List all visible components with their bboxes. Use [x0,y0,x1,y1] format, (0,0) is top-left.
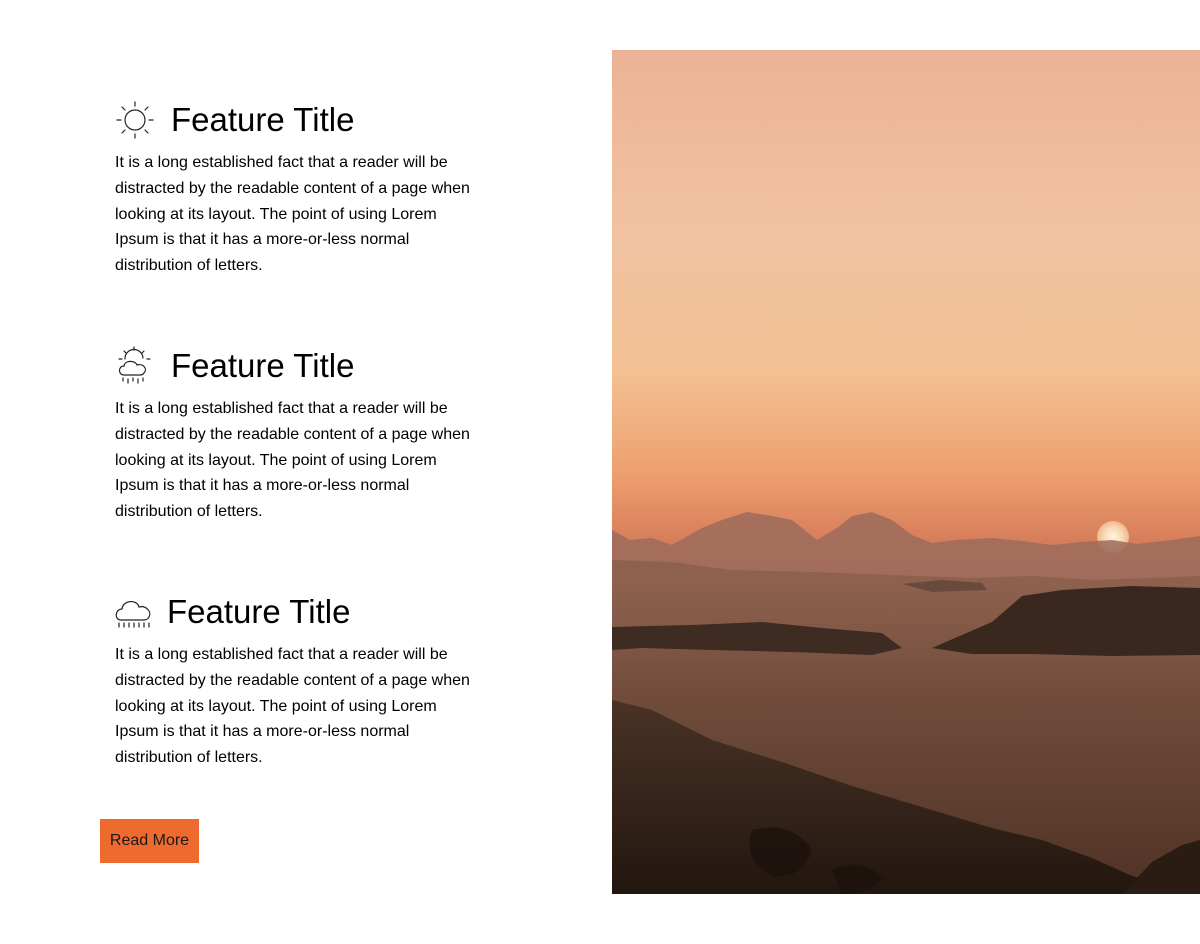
feature-description: It is a long established fact that a rea… [115,646,470,767]
features-column: Feature Title It is a long established f… [0,0,612,944]
feature-title: Feature Title [171,347,355,384]
feature-item: Feature Title It is a long established f… [115,100,495,279]
feature-item: Feature Title It is a long established f… [115,346,495,525]
cloud-sun-rain-icon [115,346,155,386]
feature-header: Feature Title [115,592,495,632]
sun-icon [115,100,155,140]
cloud-rain-icon [115,592,155,632]
feature-description: It is a long established fact that a rea… [115,154,470,275]
feature-header: Feature Title [115,100,495,140]
feature-item: Feature Title It is a long established f… [115,592,495,771]
feature-header: Feature Title [115,346,495,386]
feature-title: Feature Title [171,101,355,138]
read-more-button[interactable]: Read More [100,819,199,863]
feature-description: It is a long established fact that a rea… [115,400,470,521]
hero-image [612,50,1200,894]
feature-title: Feature Title [167,593,351,630]
